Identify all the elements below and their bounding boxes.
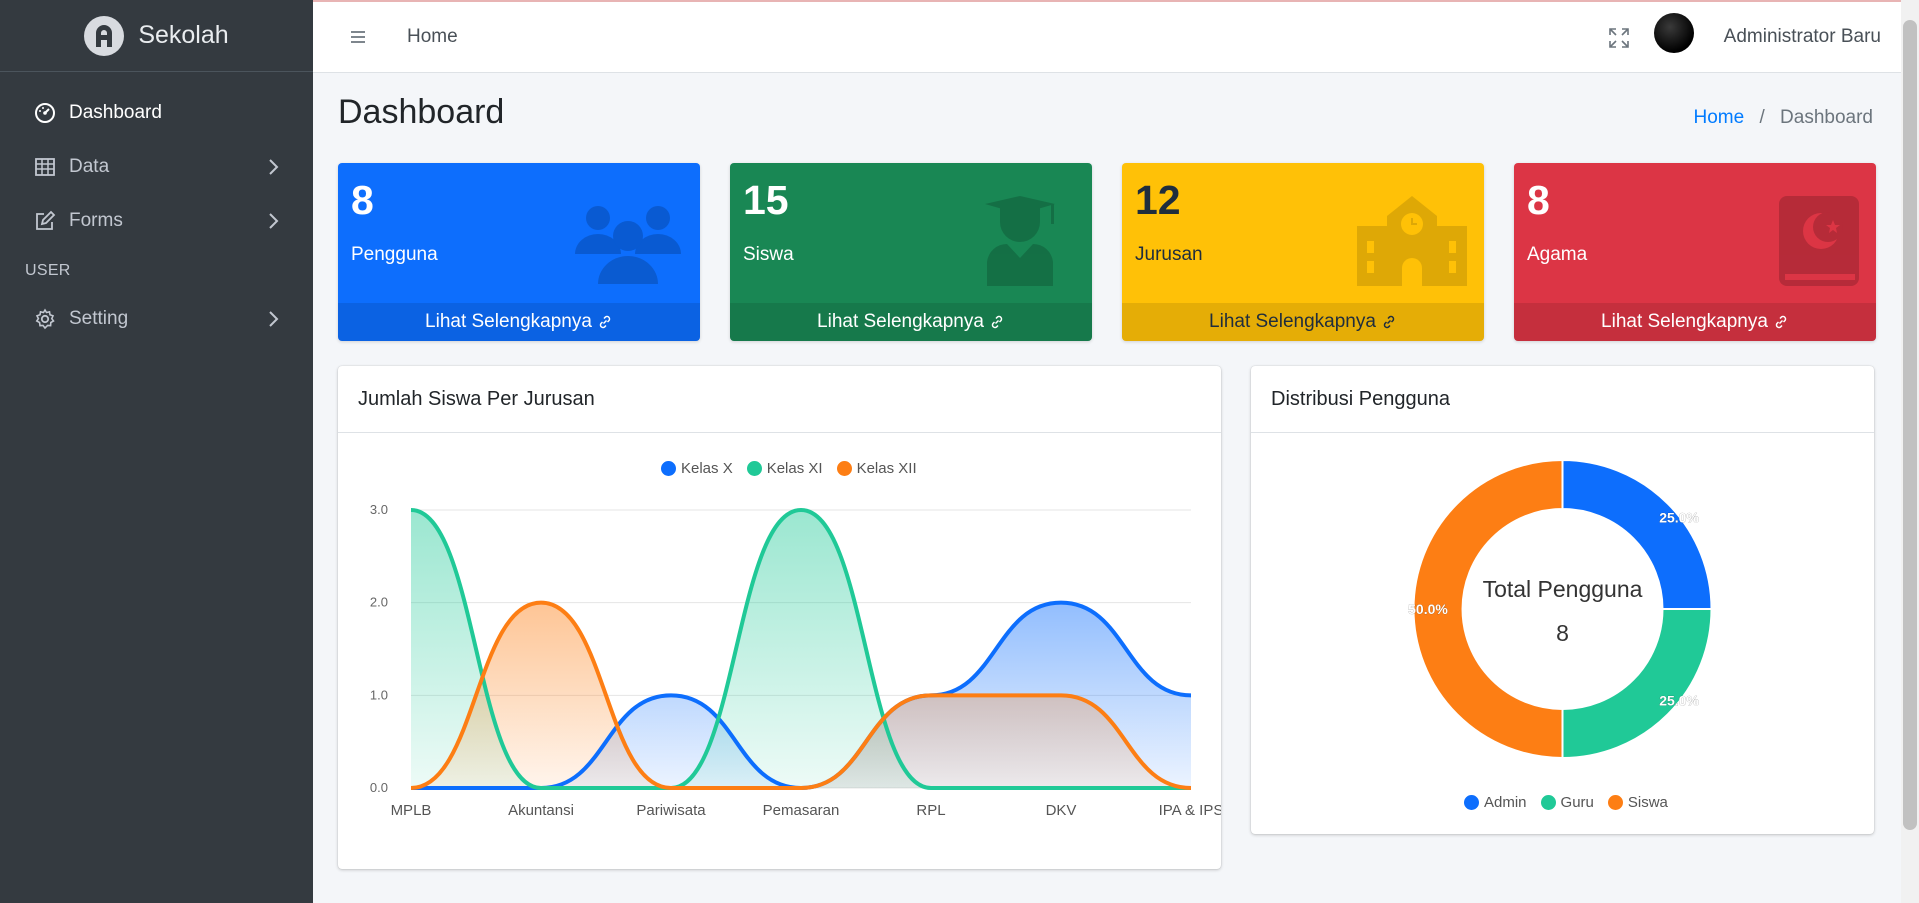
stat-label: Agama	[1527, 244, 1588, 265]
school-icon	[1357, 196, 1467, 286]
stat-label: Jurusan	[1135, 244, 1203, 265]
sidebar-item-forms[interactable]: Forms	[0, 194, 313, 248]
more-info-label: Lihat Selengkapnya	[1601, 311, 1768, 332]
table-icon	[33, 155, 57, 179]
legend-item-admin[interactable]: Admin	[1464, 794, 1527, 811]
sidebar-item-dashboard[interactable]: Dashboard	[0, 86, 313, 140]
slice-percent-label: 50.0%	[1408, 601, 1448, 617]
hamburger-menu-icon[interactable]	[349, 28, 367, 46]
graduate-icon	[985, 196, 1055, 286]
legend-label: Guru	[1560, 794, 1594, 811]
stat-value: 8	[351, 177, 374, 223]
x-tick-label: RPL	[916, 802, 945, 819]
doughnut-center-value: 8	[1556, 620, 1569, 646]
sidebar-item-setting[interactable]: Setting	[0, 292, 313, 346]
legend-swatch	[1607, 795, 1623, 810]
link-icon	[991, 315, 1003, 329]
page-title: Dashboard	[338, 93, 505, 131]
page-scrollbar[interactable]	[1901, 0, 1919, 903]
breadcrumb-separator: /	[1759, 107, 1765, 128]
sidebar-item-data[interactable]: Data	[0, 140, 313, 194]
stat-box-siswa: 15 Siswa Lihat Selengkapnya	[730, 163, 1092, 341]
topbar-home-link[interactable]: Home	[407, 26, 458, 48]
main-content: Dashboard Home / Dashboard 8 Pengguna Li…	[313, 73, 1901, 903]
scrollbar-thumb[interactable]	[1903, 20, 1917, 830]
slice-percent-label: 25.0%	[1659, 693, 1699, 709]
x-tick-label: MPLB	[391, 802, 432, 819]
x-tick-label: Pariwisata	[636, 802, 706, 819]
chart-legend: Admin Guru Siswa	[1464, 794, 1668, 811]
breadcrumb-current: Dashboard	[1780, 107, 1873, 128]
stat-label: Pengguna	[351, 244, 438, 265]
legend-label: Admin	[1484, 794, 1527, 811]
x-tick-label: Akuntansi	[508, 802, 574, 819]
more-info-link[interactable]: Lihat Selengkapnya	[1122, 303, 1484, 341]
chevron-right-icon	[269, 159, 279, 175]
sidebar-header-user: USER	[25, 262, 71, 279]
sidebar-nav: Dashboard Data Forms USER Setting	[0, 72, 313, 346]
stat-box-agama: 8 Agama Lihat Selengkapnya	[1514, 163, 1876, 341]
brand-name: Sekolah	[138, 21, 229, 49]
book-crescent-icon	[1779, 196, 1859, 286]
sidebar-item-label: Dashboard	[69, 102, 162, 123]
stat-label: Siswa	[743, 244, 794, 265]
doughnut-chart: 25.0% 25.0% 50.0% Total Pengguna 8	[1408, 458, 1713, 760]
avatar[interactable]	[1654, 13, 1694, 53]
more-info-link[interactable]: Lihat Selengkapnya	[730, 303, 1092, 341]
stat-box-jurusan: 12 Jurusan Lihat Selengkapnya	[1122, 163, 1484, 341]
y-tick-label: 2.0	[370, 595, 388, 610]
topbar: Home Administrator Baru	[313, 0, 1919, 73]
user-menu[interactable]: Administrator Baru	[1724, 26, 1881, 48]
card-title: Distribusi Pengguna	[1251, 366, 1874, 433]
brand-logo-icon	[84, 15, 125, 56]
gear-icon	[33, 307, 57, 331]
gauge-icon	[33, 101, 57, 125]
sidebar-item-label: Forms	[69, 210, 123, 231]
slice-percent-label: 25.0%	[1659, 509, 1699, 525]
slice-guru[interactable]	[1561, 608, 1713, 760]
breadcrumb: Home / Dashboard	[1694, 107, 1873, 129]
link-icon	[1383, 315, 1395, 329]
legend-swatch	[1464, 795, 1479, 810]
y-tick-label: 1.0	[370, 687, 388, 702]
legend-label: Siswa	[1627, 794, 1668, 811]
sidebar-item-label: Setting	[69, 308, 129, 329]
card-title: Jumlah Siswa Per Jurusan	[338, 366, 1221, 433]
more-info-label: Lihat Selengkapnya	[817, 311, 984, 332]
chevron-right-icon	[269, 213, 279, 229]
doughnut-center-label: Total Pengguna	[1483, 576, 1643, 602]
more-info-label: Lihat Selengkapnya	[425, 311, 592, 332]
brand-link[interactable]: Sekolah	[0, 0, 313, 72]
stat-box-pengguna: 8 Pengguna Lihat Selengkapnya	[338, 163, 700, 341]
legend-item-siswa[interactable]: Siswa	[1607, 794, 1668, 811]
y-tick-label: 3.0	[370, 502, 388, 517]
more-info-link[interactable]: Lihat Selengkapnya	[338, 303, 700, 341]
edit-icon	[33, 209, 57, 233]
more-info-label: Lihat Selengkapnya	[1209, 311, 1376, 332]
x-tick-label: DKV	[1046, 802, 1077, 819]
chevron-right-icon	[269, 311, 279, 327]
stat-boxes: 8 Pengguna Lihat Selengkapnya 15 Siswa L…	[338, 163, 1876, 341]
sidebar: Sekolah Dashboard Data Forms USER Settin…	[0, 0, 313, 903]
stat-value: 15	[743, 177, 789, 223]
legend-swatch	[1540, 795, 1556, 810]
x-tick-label: IPA & IPS	[1159, 802, 1221, 819]
y-tick-label: 0.0	[370, 780, 388, 795]
more-info-link[interactable]: Lihat Selengkapnya	[1514, 303, 1876, 341]
stat-value: 12	[1135, 177, 1181, 223]
chart-card-distribusi-pengguna: Distribusi Pengguna 25.0% 25.0% 50.0% Total…	[1251, 366, 1874, 834]
x-tick-label: Pemasaran	[763, 802, 840, 819]
link-icon	[1775, 315, 1787, 329]
users-icon	[575, 206, 681, 284]
breadcrumb-home-link[interactable]: Home	[1694, 107, 1745, 128]
line-chart: 0.0 1.0 2.0 3.0 MPLB Akuntansi Pariwisata Pemas…	[370, 502, 1221, 819]
link-icon	[599, 315, 611, 329]
legend-item-guru[interactable]: Guru	[1540, 794, 1594, 811]
fullscreen-icon[interactable]	[1607, 26, 1631, 50]
chart-card-siswa-per-jurusan: Jumlah Siswa Per Jurusan Kelas X Kelas XI…	[338, 366, 1221, 869]
sidebar-item-label: Data	[69, 156, 110, 177]
stat-value: 8	[1527, 177, 1550, 223]
